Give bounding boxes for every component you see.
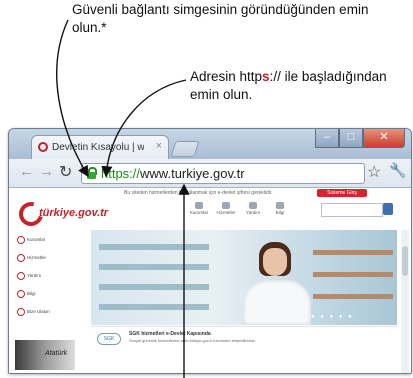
annotation-https: Adresin https:// ile başladığından emin … bbox=[190, 68, 410, 104]
shelf bbox=[99, 244, 209, 250]
hero-banner[interactable]: ● ● ● ● ● bbox=[91, 230, 397, 325]
sidebar: Kurumlar Hizmetler Yardım Bilgi Bize Ula… bbox=[9, 230, 81, 373]
url-scheme: https:// bbox=[101, 166, 141, 181]
lock-icon[interactable] bbox=[87, 167, 97, 179]
maximize-icon[interactable]: □ bbox=[339, 129, 363, 148]
header-notice: Bu siteden hizmetlerden faydalanmak için… bbox=[124, 190, 273, 196]
nav-label: Yardım bbox=[245, 210, 261, 215]
reload-icon[interactable]: ↻ bbox=[59, 162, 72, 182]
site-header: Bu siteden hizmetlerden faydalanmak için… bbox=[9, 188, 411, 231]
url-text: https://www.turkiye.gov.tr bbox=[101, 166, 245, 181]
ataturk-portrait: Atatürk bbox=[15, 340, 75, 370]
star-icon[interactable]: ☆ bbox=[367, 162, 381, 182]
favicon-icon bbox=[38, 142, 48, 152]
sidebar-item-label: Hizmetler bbox=[27, 255, 47, 261]
page-content: Bu siteden hizmetlerden faydalanmak için… bbox=[9, 188, 411, 373]
sidebar-item[interactable]: Bize Ulaşın bbox=[17, 308, 50, 318]
annotation-https-red: s bbox=[262, 69, 270, 84]
toolbar: ← → ↻ https://www.turkiye.gov.tr ☆ 🔧 bbox=[9, 159, 411, 188]
sidebar-item[interactable]: Kurumlar bbox=[17, 236, 45, 246]
top-nav-item[interactable]: Yardım bbox=[241, 200, 265, 224]
sidebar-item-icon bbox=[17, 272, 25, 280]
login-button[interactable]: Sisteme Giriş bbox=[317, 189, 367, 197]
title-bar: Devletin Kısayolu | www.tür × – □ ✕ bbox=[9, 129, 411, 160]
shelf bbox=[99, 284, 209, 290]
back-icon[interactable]: ← bbox=[19, 163, 34, 180]
site-search-button[interactable] bbox=[383, 203, 393, 215]
tab-title: Devletin Kısayolu | www.tür bbox=[52, 142, 144, 153]
address-bar[interactable]: https://www.turkiye.gov.tr bbox=[81, 163, 365, 184]
sidebar-item-label: Kurumlar bbox=[27, 237, 46, 243]
tab-close-icon[interactable]: × bbox=[156, 140, 162, 152]
shelf bbox=[313, 294, 393, 299]
nav-label: Bilgi bbox=[275, 210, 285, 215]
shelf bbox=[99, 304, 209, 310]
sidebar-item[interactable]: Bilgi bbox=[17, 290, 36, 300]
sidebar-item-label: Bilgi bbox=[27, 291, 36, 297]
top-nav-item[interactable]: Bilgi bbox=[268, 200, 292, 224]
annotation-https-pre: Adresin http bbox=[190, 69, 263, 84]
top-nav-item[interactable]: Hizmetler bbox=[214, 200, 238, 224]
nav-icon bbox=[249, 202, 257, 209]
minimize-icon[interactable]: – bbox=[315, 129, 339, 148]
carousel-dots[interactable]: ● ● ● ● ● bbox=[311, 314, 354, 320]
top-nav-item[interactable]: Kurumlar bbox=[187, 200, 211, 224]
news-logo: SGK bbox=[97, 333, 121, 345]
sidebar-item-icon bbox=[17, 236, 25, 244]
url-host: www.turkiye.gov.tr bbox=[140, 166, 245, 181]
shelf bbox=[313, 250, 393, 255]
close-icon[interactable]: ✕ bbox=[363, 129, 405, 148]
nav-icon bbox=[195, 202, 203, 209]
top-nav: Kurumlar Hizmetler Yardım Bilgi bbox=[187, 200, 317, 224]
logo-text: türkiye.gov.tr bbox=[39, 207, 109, 219]
wrench-icon[interactable]: 🔧 bbox=[389, 162, 406, 179]
nav-icon bbox=[222, 202, 230, 209]
news-item[interactable]: SGK SGK hizmetleri e-Devlet Kapısında So… bbox=[91, 326, 397, 372]
shelf bbox=[99, 264, 209, 270]
news-title: SGK hizmetleri e-Devlet Kapısında bbox=[129, 331, 211, 337]
nav-label: Kurumlar bbox=[189, 210, 209, 215]
vertical-scrollbar[interactable] bbox=[401, 230, 409, 373]
shelf bbox=[313, 272, 393, 277]
annotation-secure-icon: Güvenli bağlantı simgesinin göründüğünde… bbox=[72, 2, 369, 35]
browser-window: Devletin Kısayolu | www.tür × – □ ✕ ← → … bbox=[8, 128, 412, 374]
browser-tab[interactable]: Devletin Kısayolu | www.tür × bbox=[31, 135, 169, 160]
sidebar-item-icon bbox=[17, 308, 25, 316]
signature: Atatürk bbox=[45, 350, 68, 357]
forward-icon[interactable]: → bbox=[39, 163, 54, 180]
window-controls: – □ ✕ bbox=[315, 129, 405, 148]
sidebar-item-icon bbox=[17, 290, 25, 298]
sidebar-item[interactable]: Hizmetler bbox=[17, 254, 46, 264]
new-tab-button[interactable] bbox=[170, 141, 200, 157]
scrollbar-thumb[interactable] bbox=[402, 246, 408, 276]
site-logo[interactable]: türkiye.gov.tr bbox=[14, 197, 149, 231]
nav-label: Hizmetler bbox=[216, 210, 236, 215]
news-text: Sosyal güvenlik hizmetlerine artık türki… bbox=[129, 338, 256, 343]
pharmacist-image bbox=[241, 236, 313, 325]
sidebar-item-label: Yardım bbox=[27, 273, 42, 279]
nav-icon bbox=[276, 202, 284, 209]
sidebar-item[interactable]: Yardım bbox=[17, 272, 41, 282]
sidebar-item-label: Bize Ulaşın bbox=[27, 309, 50, 315]
sidebar-item-icon bbox=[17, 254, 25, 262]
site-search-input[interactable] bbox=[321, 203, 383, 217]
